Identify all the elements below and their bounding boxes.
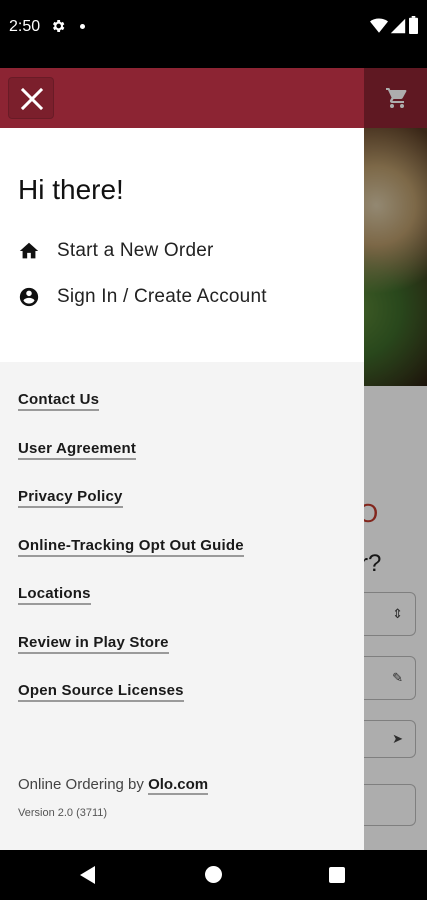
locations-link[interactable]: Locations <box>18 585 91 605</box>
cell-signal-icon <box>390 18 406 34</box>
system-nav-bar <box>0 850 427 900</box>
close-button[interactable] <box>8 77 54 119</box>
gear-icon <box>53 20 65 32</box>
status-time: 2:50 <box>9 18 41 35</box>
home-icon <box>19 242 39 259</box>
open-source-licenses-link[interactable]: Open Source Licenses <box>18 682 184 702</box>
start-new-order-label: Start a New Order <box>57 240 214 261</box>
back-icon[interactable] <box>79 865 97 885</box>
close-icon <box>20 87 44 111</box>
contact-us-link[interactable]: Contact Us <box>18 391 100 411</box>
sign-in-label: Sign In / Create Account <box>57 286 267 307</box>
status-bar: 2:50 <box>0 0 427 68</box>
start-new-order-item[interactable]: Start a New Order <box>18 236 214 266</box>
review-play-store-link[interactable]: Review in Play Store <box>18 634 169 654</box>
greeting-heading: Hi there! <box>18 174 124 205</box>
battery-icon <box>409 16 418 34</box>
account-circle-icon <box>19 287 39 307</box>
navigation-drawer: Hi there! Start a New Order Sign In / Cr… <box>0 68 364 850</box>
olo-link[interactable]: Olo.com <box>148 776 209 795</box>
home-circle-icon[interactable] <box>205 866 222 883</box>
version-label: Version 2.0 (3711) <box>18 807 108 819</box>
drawer-header <box>0 68 364 128</box>
user-agreement-link[interactable]: User Agreement <box>18 440 137 460</box>
drawer-account-section: Hi there! Start a New Order Sign In / Cr… <box>0 128 364 362</box>
recents-icon[interactable] <box>329 867 345 883</box>
notification-dot-icon <box>80 24 85 29</box>
privacy-policy-link[interactable]: Privacy Policy <box>18 488 123 508</box>
wifi-icon <box>370 18 388 33</box>
sign-in-item[interactable]: Sign In / Create Account <box>18 282 267 312</box>
footer-credit: Online Ordering by Olo.com <box>18 776 209 795</box>
opt-out-guide-link[interactable]: Online-Tracking Opt Out Guide <box>18 537 244 557</box>
footer-credit-prefix: Online Ordering by <box>18 776 149 793</box>
